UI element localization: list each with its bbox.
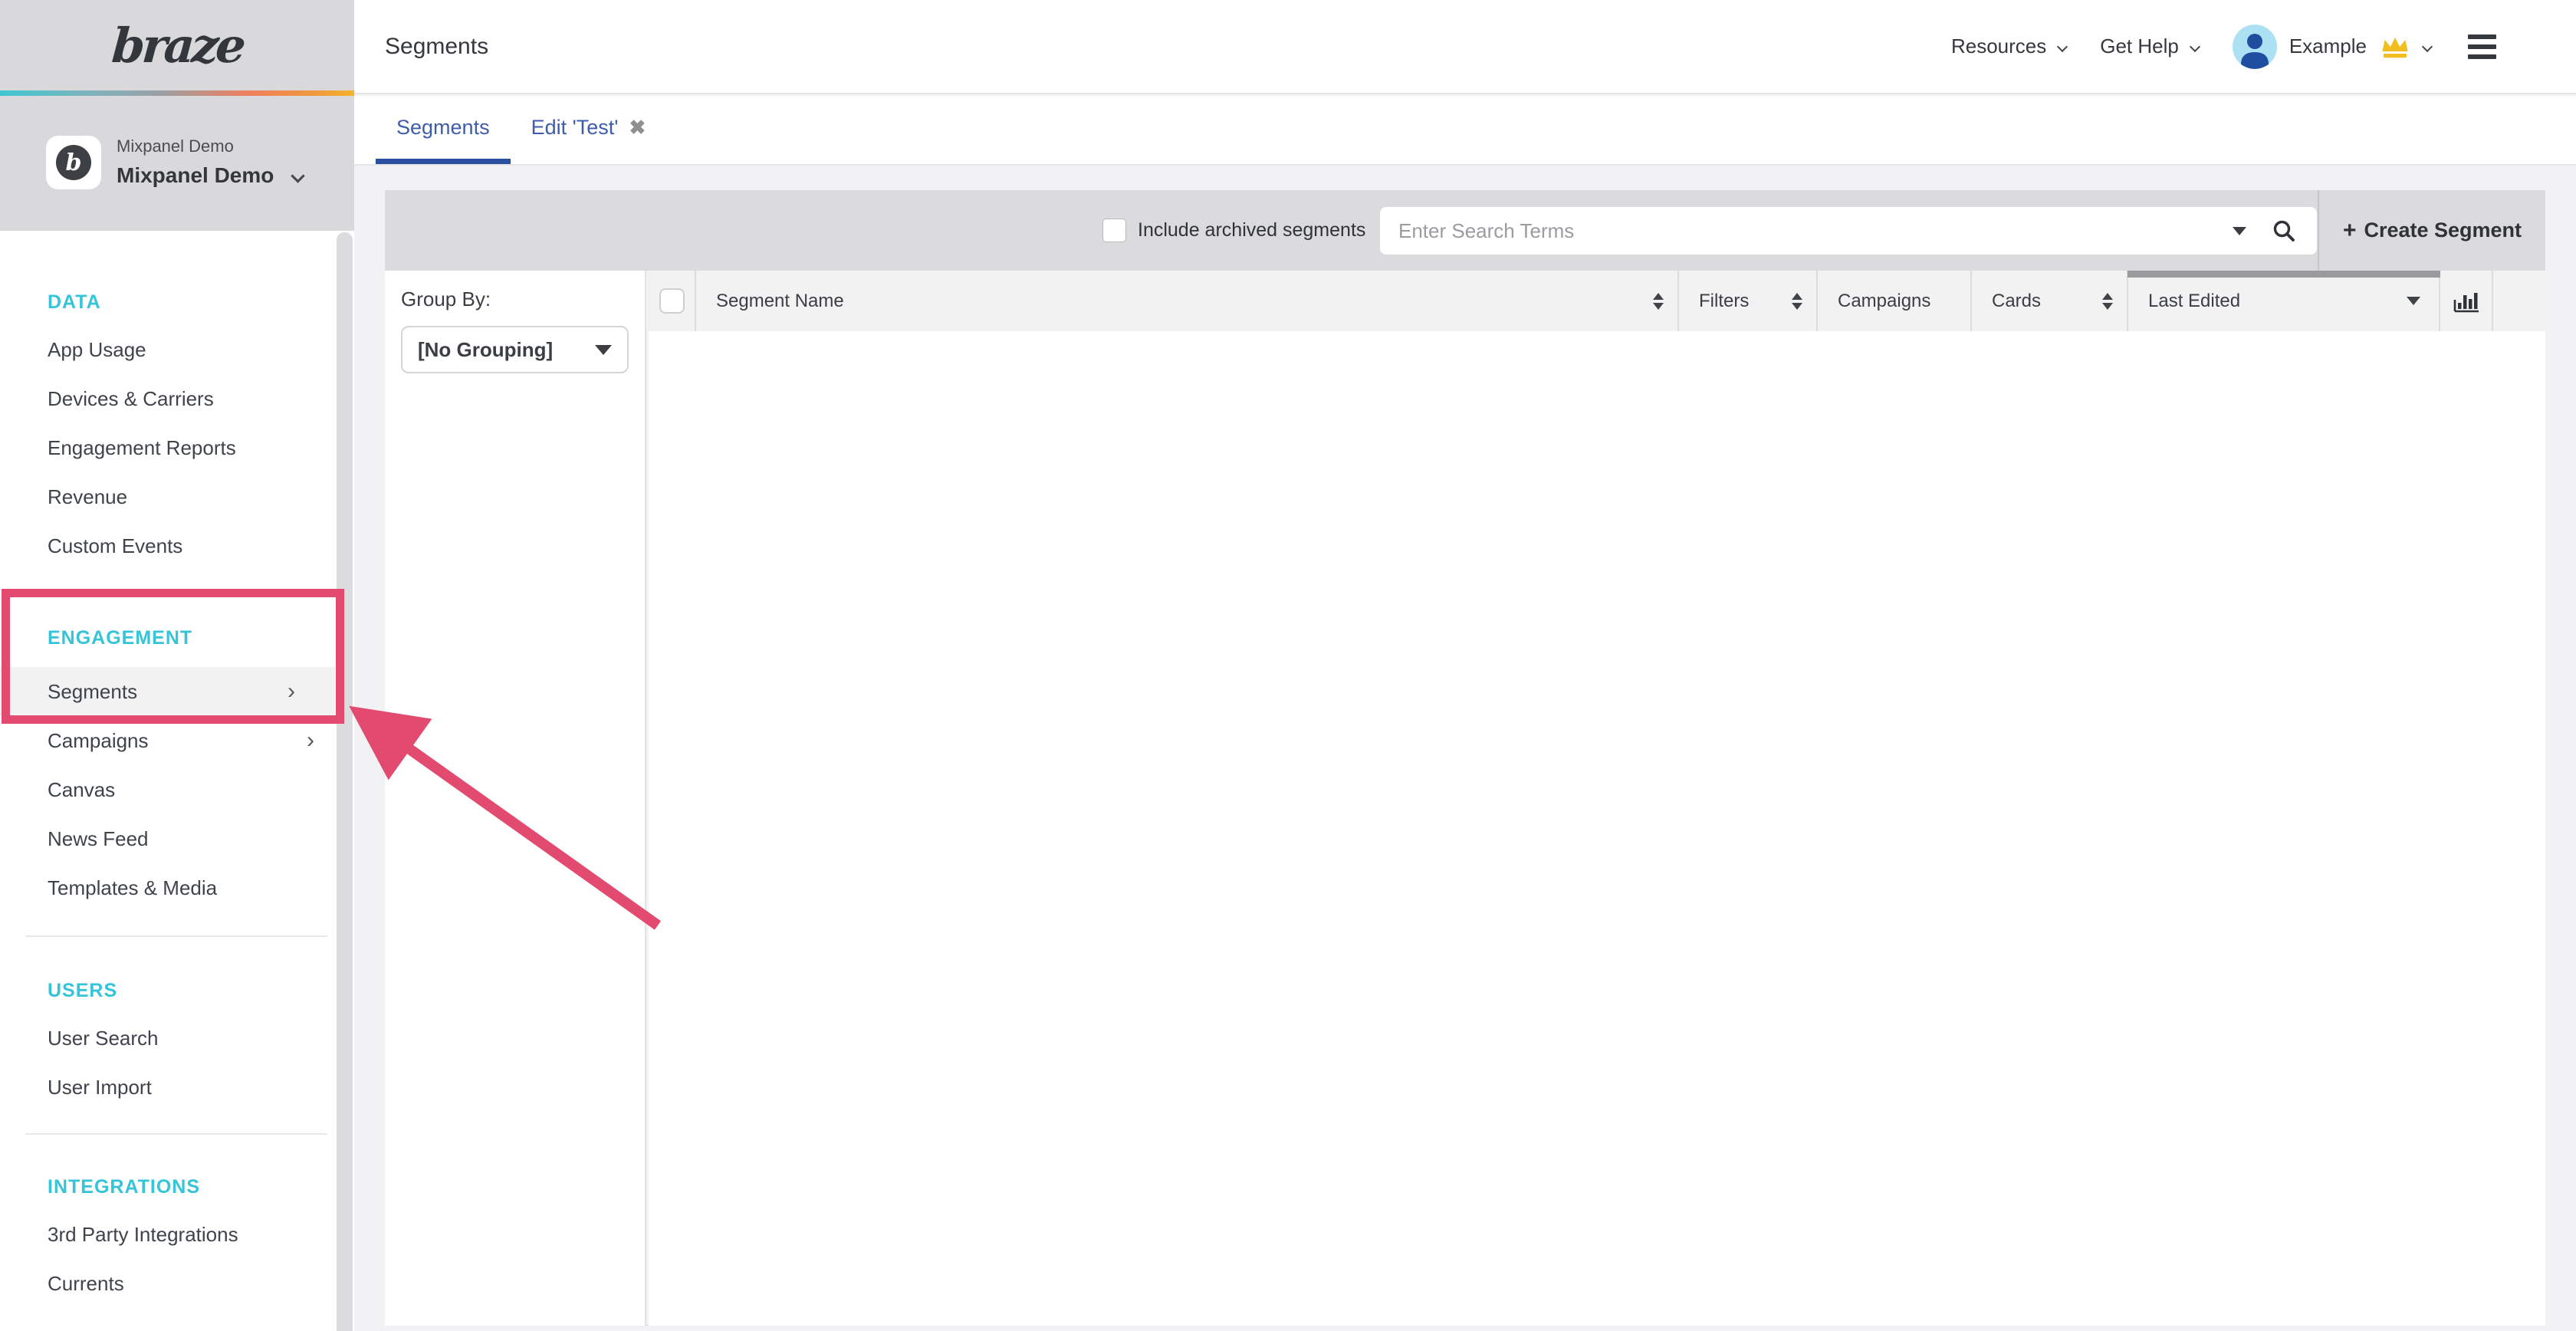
- sidebar-divider: [25, 935, 327, 937]
- section-header-users: USERS: [0, 968, 354, 1014]
- sidebar-item-news-feed[interactable]: News Feed: [0, 814, 354, 863]
- group-by-value: [No Grouping]: [402, 338, 595, 362]
- section-header-engagement: ENGAGEMENT: [0, 615, 354, 661]
- sidebar-item-label: Campaigns: [48, 729, 149, 753]
- column-header-last-edited[interactable]: Last Edited: [2128, 271, 2440, 331]
- sidebar-item-custom-events[interactable]: Custom Events: [0, 521, 354, 570]
- chevron-down-icon: [2057, 41, 2068, 51]
- brand-header: braze: [0, 0, 354, 90]
- sidebar-scrollbar[interactable]: [337, 232, 353, 1331]
- sidebar-item-templates-media[interactable]: Templates & Media: [0, 863, 354, 912]
- search-input[interactable]: [1380, 219, 2233, 243]
- sidebar: braze b Mixpanel Demo Mixpanel Demo DATA…: [0, 0, 354, 1331]
- crown-icon: [2379, 34, 2411, 60]
- section-header-data: DATA: [0, 279, 354, 325]
- sort-icon[interactable]: [1792, 293, 1802, 310]
- plus-icon: +: [2343, 218, 2357, 244]
- sidebar-section-data: DATA App Usage Devices & Carriers Engage…: [0, 279, 354, 570]
- hamburger-menu-icon[interactable]: [2465, 31, 2499, 62]
- search-icon[interactable]: [2272, 219, 2295, 242]
- segments-toolbar: Include archived segments + Create Segme…: [385, 190, 2545, 271]
- include-archived-checkbox[interactable]: [1102, 219, 1126, 242]
- segments-table: Segment Name Filters Campaigns Cards: [649, 271, 2545, 1326]
- sidebar-item-currents[interactable]: Currents: [0, 1259, 354, 1308]
- sidebar-item-revenue[interactable]: Revenue: [0, 472, 354, 521]
- sort-desc-icon[interactable]: [2407, 297, 2420, 305]
- sidebar-section-users: USERS User Search User Import: [0, 968, 354, 1112]
- search-box: [1380, 207, 2317, 255]
- sort-icon[interactable]: [1653, 293, 1664, 310]
- table-header-row: Segment Name Filters Campaigns Cards: [649, 271, 2545, 331]
- sidebar-item-app-usage[interactable]: App Usage: [0, 325, 354, 374]
- sidebar-item-campaigns[interactable]: Campaigns ›: [0, 716, 354, 765]
- column-header-cards[interactable]: Cards: [1972, 271, 2128, 331]
- include-archived-label: Include archived segments: [1138, 190, 1365, 271]
- column-header-segment-name[interactable]: Segment Name: [696, 271, 1679, 331]
- close-icon[interactable]: ✖: [629, 116, 646, 140]
- search-dropdown-caret-icon[interactable]: [2233, 227, 2246, 235]
- column-header-empty: [2493, 271, 2544, 331]
- column-header-campaigns[interactable]: Campaigns: [1818, 271, 1972, 331]
- sidebar-item-devices-carriers[interactable]: Devices & Carriers: [0, 374, 354, 423]
- column-header-filters[interactable]: Filters: [1679, 271, 1818, 331]
- sidebar-item-label: Segments: [48, 680, 137, 704]
- tab-label: Segments: [396, 116, 490, 140]
- segments-panel: Include archived segments + Create Segme…: [385, 190, 2545, 1326]
- workspace-icon: b: [46, 136, 101, 189]
- braze-logo: braze: [110, 18, 245, 74]
- top-bar: Segments Resources Get Help Example: [354, 0, 2576, 94]
- group-by-select[interactable]: [No Grouping]: [401, 326, 629, 373]
- user-name: Example: [2289, 35, 2367, 58]
- workspace-company-label: Mixpanel Demo: [117, 136, 234, 156]
- section-header-integrations: INTEGRATIONS: [0, 1164, 354, 1210]
- column-label: Segment Name: [716, 291, 844, 312]
- create-segment-label: Create Segment: [2364, 219, 2522, 242]
- column-label: Last Edited: [2148, 291, 2240, 312]
- tab-bar: Segments Edit 'Test' ✖: [354, 96, 2576, 166]
- select-all-cell: [649, 271, 696, 331]
- chart-icon: [2453, 289, 2479, 314]
- column-label: Campaigns: [1838, 291, 1930, 312]
- sidebar-item-segments[interactable]: Segments ›: [0, 667, 335, 716]
- content-area: Include archived segments + Create Segme…: [354, 167, 2576, 1331]
- select-caret-icon: [595, 345, 612, 355]
- get-help-menu[interactable]: Get Help: [2100, 35, 2199, 58]
- sidebar-divider: [25, 1133, 327, 1135]
- resources-menu[interactable]: Resources: [1951, 35, 2066, 58]
- workspace-selector[interactable]: b Mixpanel Demo Mixpanel Demo: [0, 96, 354, 231]
- sidebar-item-engagement-reports[interactable]: Engagement Reports: [0, 423, 354, 472]
- chevron-down-icon: [2190, 41, 2200, 51]
- tab-segments[interactable]: Segments: [376, 96, 511, 164]
- brand-gradient-bar: [0, 90, 354, 96]
- chevron-down-icon[interactable]: [293, 171, 303, 185]
- column-header-analytics[interactable]: [2440, 271, 2493, 331]
- table-body-empty: [649, 331, 2545, 1326]
- sidebar-item-user-import[interactable]: User Import: [0, 1063, 354, 1112]
- group-by-panel: Group By: [No Grouping]: [385, 271, 646, 1326]
- select-all-checkbox[interactable]: [659, 288, 685, 314]
- sidebar-item-3rd-party-integrations[interactable]: 3rd Party Integrations: [0, 1210, 354, 1259]
- column-label: Cards: [1992, 291, 2041, 312]
- main-area: Segments Resources Get Help Example: [354, 0, 2576, 1331]
- group-by-label: Group By:: [401, 288, 491, 311]
- chevron-right-icon: ›: [307, 729, 314, 752]
- sidebar-section-integrations: INTEGRATIONS 3rd Party Integrations Curr…: [0, 1164, 354, 1308]
- sidebar-item-canvas[interactable]: Canvas: [0, 765, 354, 814]
- avatar: [2233, 25, 2277, 69]
- chevron-down-icon: [2422, 41, 2433, 51]
- workspace-name: Mixpanel Demo: [117, 163, 274, 188]
- tab-edit-test[interactable]: Edit 'Test' ✖: [511, 96, 667, 164]
- workspace-icon-letter: b: [56, 145, 91, 180]
- tab-label: Edit 'Test': [531, 116, 619, 140]
- create-segment-button[interactable]: + Create Segment: [2319, 190, 2545, 271]
- sidebar-item-user-search[interactable]: User Search: [0, 1014, 354, 1063]
- sort-icon[interactable]: [2102, 293, 2113, 310]
- resources-label: Resources: [1951, 35, 2046, 58]
- chevron-right-icon: ›: [288, 680, 295, 703]
- page-title: Segments: [385, 34, 488, 60]
- get-help-label: Get Help: [2100, 35, 2179, 58]
- user-menu[interactable]: Example: [2233, 25, 2431, 69]
- sidebar-section-engagement: ENGAGEMENT Segments › Campaigns › Canvas…: [0, 615, 354, 912]
- column-label: Filters: [1699, 291, 1749, 312]
